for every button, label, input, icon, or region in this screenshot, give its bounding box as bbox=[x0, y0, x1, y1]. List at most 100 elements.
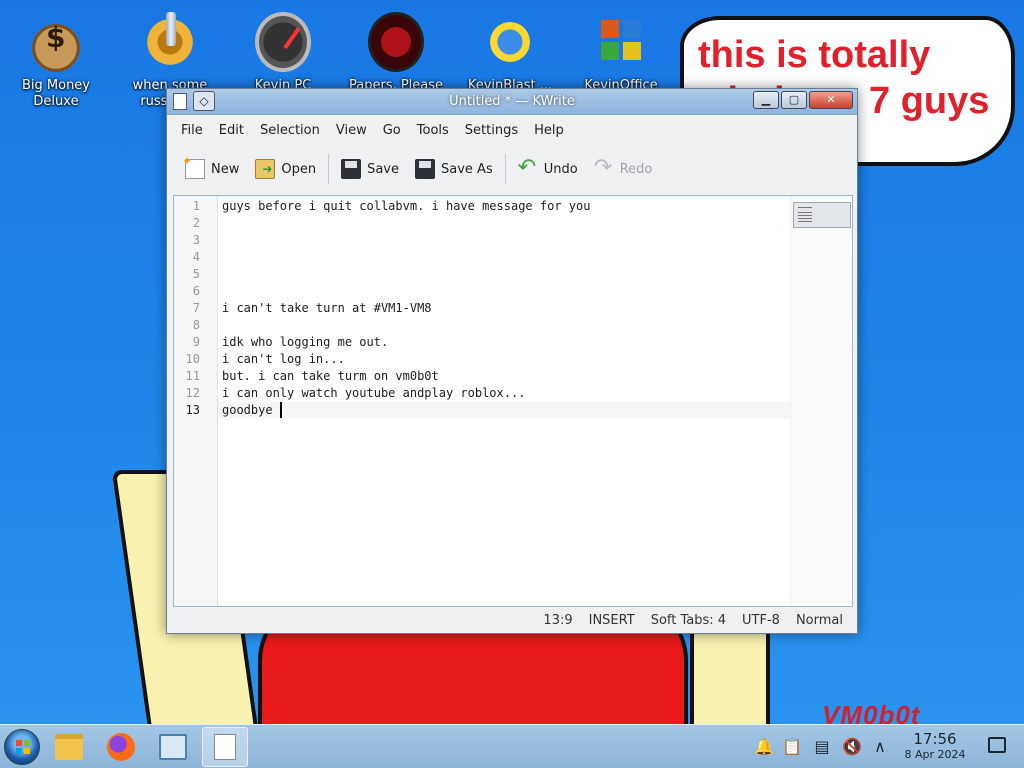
window-titlebar[interactable]: ◇ Untitled * — KWrite ▁ ▢ ✕ bbox=[167, 89, 857, 115]
desktop-icon-kevinblast[interactable]: KevinBlast ... bbox=[460, 8, 560, 94]
statusbar: 13:9 INSERT Soft Tabs: 4 UTF-8 Normal bbox=[167, 607, 857, 633]
menu-go[interactable]: Go bbox=[375, 123, 409, 138]
editor-text-area[interactable]: guys before i quit collabvm. i have mess… bbox=[218, 196, 794, 606]
save-as-icon bbox=[415, 159, 436, 179]
cursor-position[interactable]: 13:9 bbox=[535, 613, 580, 628]
menu-file[interactable]: File bbox=[173, 123, 211, 138]
line-number-gutter: 1 2 3 4 5 6 7 8 9 10 11 12 13 bbox=[174, 196, 218, 606]
save-icon bbox=[341, 159, 362, 179]
line-number: 13 bbox=[185, 403, 200, 417]
redo-button[interactable]: Redo bbox=[586, 153, 661, 185]
save-button[interactable]: Save bbox=[333, 153, 407, 185]
new-button-label: New bbox=[211, 161, 240, 177]
menu-help[interactable]: Help bbox=[526, 123, 572, 138]
editor-line: idk who logging me out. bbox=[222, 335, 389, 349]
redo-button-label: Redo bbox=[619, 161, 653, 177]
line-number: 3 bbox=[192, 233, 200, 247]
editor-line: goodbye bbox=[222, 403, 280, 417]
minimap[interactable] bbox=[790, 196, 852, 606]
clock-date: 8 Apr 2024 bbox=[904, 748, 966, 761]
settings-icon bbox=[159, 734, 187, 760]
papers-please-icon bbox=[368, 12, 424, 72]
desktop-icon-papers-please[interactable]: Papers, Please bbox=[346, 8, 446, 94]
taskbar-file-manager[interactable] bbox=[46, 727, 92, 767]
blast-icon bbox=[482, 12, 538, 72]
kwrite-icon bbox=[214, 734, 236, 760]
line-number: 2 bbox=[192, 216, 200, 230]
menubar: File Edit Selection View Go Tools Settin… bbox=[167, 115, 857, 145]
kwrite-window: ◇ Untitled * — KWrite ▁ ▢ ✕ File Edit Se… bbox=[166, 88, 858, 634]
menu-selection[interactable]: Selection bbox=[252, 123, 328, 138]
desktop-icon-label: Big Money Deluxe bbox=[21, 78, 90, 109]
input-mode[interactable]: INSERT bbox=[581, 613, 643, 628]
start-button[interactable] bbox=[4, 729, 40, 765]
taskbar: 🔔 📋 ▤ 🔇 ∧ 17:56 8 Apr 2024 bbox=[0, 724, 1024, 768]
text-cursor bbox=[279, 402, 282, 418]
clock-time: 17:56 bbox=[913, 730, 957, 748]
gear-icon bbox=[142, 12, 198, 72]
taskbar-kwrite[interactable] bbox=[202, 727, 248, 767]
firefox-icon bbox=[107, 733, 135, 761]
undo-icon bbox=[518, 155, 538, 180]
save-button-label: Save bbox=[367, 161, 400, 177]
editor-line: i can't take turn at #VM1-VM8 bbox=[222, 301, 432, 315]
clock[interactable]: 17:56 8 Apr 2024 bbox=[892, 731, 978, 762]
folder-icon bbox=[55, 734, 83, 760]
line-number: 7 bbox=[192, 301, 200, 315]
office-icon bbox=[593, 12, 649, 72]
taskbar-firefox[interactable] bbox=[98, 727, 144, 767]
watermark-text: VM0b0t bbox=[822, 700, 921, 724]
line-number: 4 bbox=[192, 250, 200, 264]
clipboard-icon[interactable]: 📋 bbox=[782, 737, 802, 757]
toolbar-separator bbox=[504, 154, 506, 184]
show-desktop-button[interactable] bbox=[988, 737, 1006, 753]
device-notifier-icon[interactable]: ▤ bbox=[812, 737, 832, 757]
save-as-button[interactable]: Save As bbox=[407, 153, 501, 185]
editor-line: but. i can take turm on vm0b0t bbox=[222, 369, 439, 383]
open-button-label: Open bbox=[281, 161, 317, 177]
minimize-button[interactable]: ▁ bbox=[753, 91, 779, 109]
editor-line: i can't log in... bbox=[222, 352, 345, 366]
new-document-icon bbox=[182, 154, 205, 179]
desktop-icon-big-money-deluxe[interactable]: Big Money Deluxe bbox=[6, 8, 106, 110]
menu-edit[interactable]: Edit bbox=[211, 123, 252, 138]
line-number: 8 bbox=[192, 318, 200, 332]
editor-line: guys before i quit collabvm. i have mess… bbox=[222, 199, 591, 213]
volume-muted-icon[interactable]: 🔇 bbox=[842, 737, 862, 757]
line-number: 5 bbox=[192, 267, 200, 281]
line-number: 10 bbox=[185, 352, 200, 366]
encoding[interactable]: UTF-8 bbox=[734, 613, 788, 628]
toolbar-separator bbox=[328, 154, 330, 184]
notifications-icon[interactable]: 🔔 bbox=[754, 737, 774, 757]
gauge-icon bbox=[255, 12, 311, 72]
line-number: 1 bbox=[192, 199, 200, 213]
menu-view[interactable]: View bbox=[328, 123, 375, 138]
undo-button[interactable]: Undo bbox=[510, 153, 586, 185]
editor-line: i can only watch youtube andplay roblox.… bbox=[222, 386, 526, 400]
toolbar: New Open Save Save As Undo Redo bbox=[167, 147, 857, 191]
open-button[interactable]: Open bbox=[247, 153, 324, 185]
indentation-setting[interactable]: Soft Tabs: 4 bbox=[643, 613, 734, 628]
menu-settings[interactable]: Settings bbox=[457, 123, 526, 138]
close-button[interactable]: ✕ bbox=[809, 91, 853, 109]
line-number: 12 bbox=[185, 386, 200, 400]
save-as-button-label: Save As bbox=[441, 161, 493, 177]
text-editor[interactable]: 1 2 3 4 5 6 7 8 9 10 11 12 13 guys before i quit col… bbox=[173, 195, 853, 607]
redo-icon bbox=[594, 155, 614, 180]
syntax-mode[interactable]: Normal bbox=[788, 613, 851, 628]
maximize-button[interactable]: ▢ bbox=[781, 91, 807, 109]
new-button[interactable]: New bbox=[177, 153, 247, 185]
menu-tools[interactable]: Tools bbox=[409, 123, 457, 138]
taskbar-system-settings[interactable] bbox=[150, 727, 196, 767]
minimap-viewport[interactable] bbox=[793, 202, 851, 228]
undo-button-label: Undo bbox=[543, 161, 578, 177]
line-number: 11 bbox=[185, 369, 200, 383]
line-number: 9 bbox=[192, 335, 200, 349]
tray-expand-icon[interactable]: ∧ bbox=[870, 737, 890, 757]
line-number: 6 bbox=[192, 284, 200, 298]
